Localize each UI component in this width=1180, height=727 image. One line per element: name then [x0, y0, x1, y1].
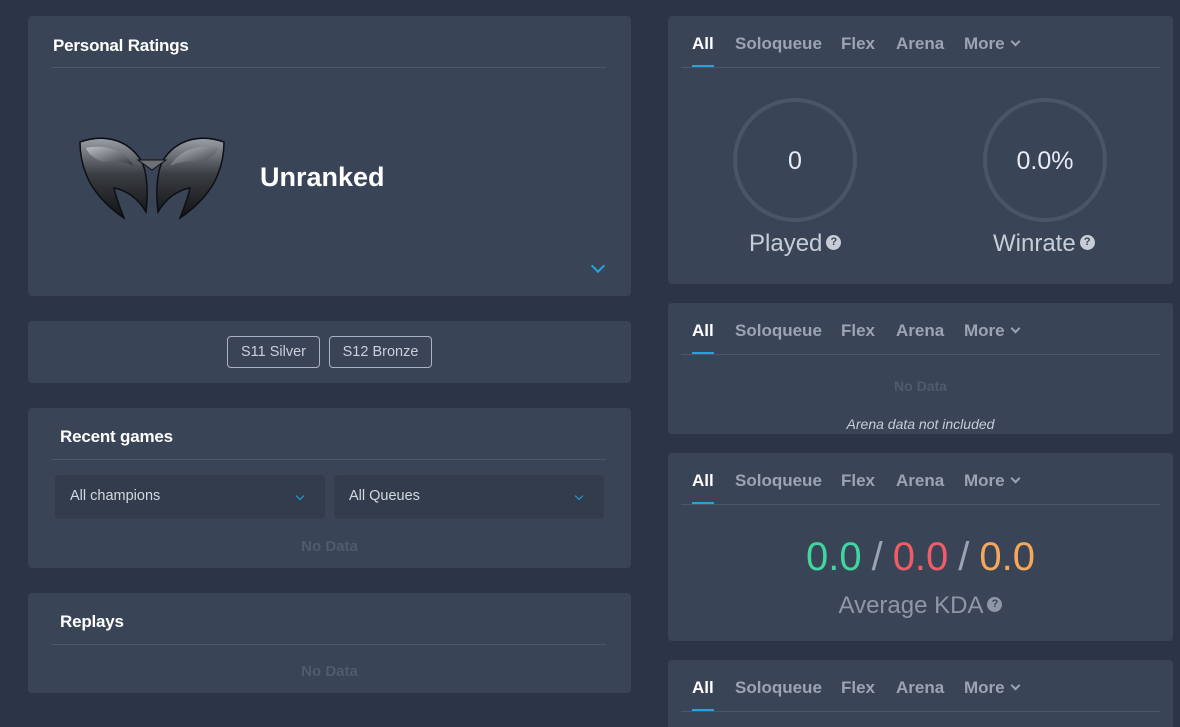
- help-icon[interactable]: ?: [826, 235, 842, 251]
- champions-card: All Soloqueue Flex Arena More No Data Ar…: [668, 303, 1173, 434]
- champion-filter-label: All champions: [70, 488, 161, 504]
- stats-card: All Soloqueue Flex Arena More 0 Played? …: [668, 16, 1173, 284]
- tab-flex[interactable]: Flex: [841, 678, 875, 698]
- help-icon[interactable]: ?: [987, 597, 1003, 613]
- bottom-stats-card: All Soloqueue Flex Arena More: [668, 660, 1173, 727]
- tab-arena[interactable]: Arena: [896, 678, 944, 698]
- tab-more[interactable]: More: [964, 34, 1021, 54]
- played-value: 0: [788, 147, 802, 175]
- replays-empty: No Data: [301, 663, 358, 680]
- tab-arena[interactable]: Arena: [896, 321, 944, 341]
- tab-all[interactable]: All: [692, 34, 714, 67]
- chevron-down-icon: [574, 491, 584, 501]
- queue-tabs: All Soloqueue Flex Arena More: [681, 16, 1160, 68]
- kda-separator: /: [958, 535, 970, 579]
- divider: [52, 459, 606, 460]
- season-tag-s12[interactable]: S12 Bronze: [329, 336, 432, 368]
- kda-card: All Soloqueue Flex Arena More 0.0/0.0/0.…: [668, 453, 1173, 641]
- queue-filter-label: All Queues: [349, 488, 420, 504]
- tab-all[interactable]: All: [692, 678, 714, 711]
- queue-tabs: All Soloqueue Flex Arena More: [681, 660, 1160, 712]
- kda-kills: 0.0: [805, 535, 862, 579]
- kda-assists: 0.0: [979, 535, 1036, 579]
- tab-all[interactable]: All: [692, 321, 714, 354]
- champion-filter-select[interactable]: All champions: [55, 475, 325, 519]
- champions-empty: No Data: [894, 378, 947, 394]
- played-label: Played: [749, 230, 823, 257]
- winrate-stat: Winrate?: [993, 230, 1095, 258]
- help-icon[interactable]: ?: [1079, 235, 1095, 251]
- chevron-down-icon: [1010, 680, 1021, 691]
- chevron-down-icon: [1010, 473, 1021, 484]
- played-stat: Played?: [749, 230, 842, 258]
- tab-more[interactable]: More: [964, 678, 1021, 698]
- tab-more[interactable]: More: [964, 471, 1021, 491]
- chevron-down-icon: [295, 491, 305, 501]
- tab-arena[interactable]: Arena: [896, 471, 944, 491]
- tab-all[interactable]: All: [692, 471, 714, 504]
- kda-label-row: Average KDA?: [668, 592, 1173, 620]
- queue-tabs: All Soloqueue Flex Arena More: [681, 303, 1160, 355]
- tab-flex[interactable]: Flex: [841, 321, 875, 341]
- winrate-label: Winrate: [993, 230, 1076, 257]
- tab-soloqueue[interactable]: Soloqueue: [735, 471, 822, 491]
- replays-title: Replays: [60, 612, 124, 631]
- tab-more-label: More: [964, 471, 1005, 490]
- tab-flex[interactable]: Flex: [841, 34, 875, 54]
- replays-card: Replays No Data: [28, 593, 631, 693]
- tab-soloqueue[interactable]: Soloqueue: [735, 678, 822, 698]
- divider: [52, 67, 606, 68]
- kda-deaths: 0.0: [892, 535, 949, 579]
- divider: [52, 644, 606, 645]
- tab-soloqueue[interactable]: Soloqueue: [735, 34, 822, 54]
- kda-separator: /: [871, 535, 883, 579]
- tab-more-label: More: [964, 321, 1005, 340]
- queue-tabs: All Soloqueue Flex Arena More: [681, 453, 1160, 505]
- chevron-down-icon[interactable]: [590, 258, 606, 274]
- unranked-emblem-icon: [76, 132, 228, 226]
- recent-games-card: Recent games All champions All Queues No…: [28, 408, 631, 568]
- queue-filter-select[interactable]: All Queues: [334, 475, 604, 519]
- tab-more-label: More: [964, 678, 1005, 697]
- recent-games-empty: No Data: [301, 538, 358, 555]
- rank-label: Unranked: [260, 162, 385, 192]
- chevron-down-icon: [1010, 36, 1021, 47]
- recent-games-title: Recent games: [60, 427, 173, 446]
- tab-more-label: More: [964, 34, 1005, 53]
- personal-ratings-card: Personal Ratings Unranked: [28, 16, 631, 296]
- kda-values: 0.0/0.0/0.0: [668, 535, 1173, 580]
- tab-flex[interactable]: Flex: [841, 471, 875, 491]
- tab-arena[interactable]: Arena: [896, 34, 944, 54]
- winrate-value: 0.0%: [1016, 147, 1074, 175]
- tab-more[interactable]: More: [964, 321, 1021, 341]
- tab-soloqueue[interactable]: Soloqueue: [735, 321, 822, 341]
- season-history-card: S11 Silver S12 Bronze: [28, 321, 631, 383]
- personal-ratings-title: Personal Ratings: [53, 36, 189, 55]
- chevron-down-icon: [1010, 323, 1021, 334]
- kda-label: Average KDA: [838, 592, 984, 619]
- season-tag-s11[interactable]: S11 Silver: [227, 336, 320, 368]
- arena-note: Arena data not included: [846, 416, 995, 432]
